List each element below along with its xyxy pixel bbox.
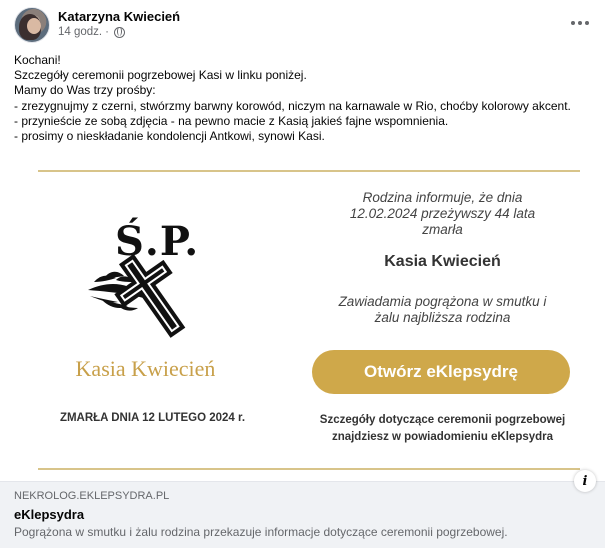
post-text-line: Kochani!: [14, 53, 61, 67]
family-notice-line: żalu najbliższa rodzina: [374, 310, 511, 325]
post-meta: 14 godz. ·: [58, 26, 125, 38]
post-text-line: - zrezygnujmy z czerni, stwórzmy barwny …: [14, 98, 571, 113]
facebook-post: Katarzyna Kwiecień 14 godz. · Kochani! S…: [0, 0, 605, 548]
ceremony-details-line: Szczegóły dotyczące ceremonii pogrzebowe…: [319, 414, 566, 426]
link-preview-image[interactable]: Ś.P. Kasia Kwiecień ZMARŁA DNIA 12 LUTEG…: [0, 160, 605, 480]
family-info: Rodzina informuje, że dnia 12.02.2024 pr…: [300, 190, 585, 238]
family-info-line: 12.02.2024 przeżywszy 44 lata: [349, 206, 536, 221]
globe-icon[interactable]: [113, 26, 125, 38]
avatar-face: [27, 18, 41, 34]
deceased-name-left: Kasia Kwiecień: [75, 356, 216, 381]
family-notice: Zawiadamia pogrążona w smutku i żalu naj…: [300, 294, 585, 326]
author-name[interactable]: Katarzyna Kwiecień: [58, 9, 180, 24]
link-description: Pogrążona w smutku i żalu rodzina przeka…: [14, 525, 508, 539]
open-eklepsydra-button[interactable]: Otwórz eKlepsydrę: [312, 350, 570, 394]
link-footer[interactable]: NEKROLOG.EKLEPSYDRA.PL eKlepsydra Pogrąż…: [0, 481, 605, 548]
link-title[interactable]: eKlepsydra: [14, 507, 84, 522]
post-time[interactable]: 14 godz.: [58, 26, 102, 38]
post-text-line: Mamy do Was trzy prośby:: [14, 83, 156, 98]
author-avatar[interactable]: [14, 7, 50, 43]
link-domain: NEKROLOG.EKLEPSYDRA.PL: [14, 490, 170, 502]
post-text-line: Szczegóły ceremonii pogrzebowej Kasi w l…: [14, 68, 307, 83]
post-text-line: - przynieście ze sobą zdjęcia - na pewno…: [14, 113, 449, 128]
info-icon[interactable]: i: [574, 470, 596, 492]
more-options-icon[interactable]: [567, 10, 593, 36]
family-info-line: Rodzina informuje, że dnia: [362, 190, 523, 205]
meta-separator: ·: [105, 26, 109, 38]
deceased-name-right: Kasia Kwiecień: [384, 253, 501, 270]
family-info-line: zmarła: [422, 222, 463, 237]
post-text: Kochani! Szczegóły ceremonii pogrzebowej…: [14, 53, 599, 144]
ceremony-details: Szczegóły dotyczące ceremonii pogrzebowe…: [295, 412, 590, 446]
gold-divider-bottom: [38, 468, 580, 470]
post-text-line: - prosimy o nieskładanie kondolencji Ant…: [14, 129, 325, 144]
sp-label: Ś.P.: [115, 218, 200, 265]
death-date-left: ZMARŁA DNIA 12 LUTEGO 2024 r.: [59, 412, 246, 424]
gold-divider-top: [38, 170, 580, 172]
family-notice-line: Zawiadamia pogrążona w smutku i: [338, 294, 547, 309]
ceremony-details-line: znajdziesz w powiadomieniu eKlepsydra: [331, 431, 554, 443]
